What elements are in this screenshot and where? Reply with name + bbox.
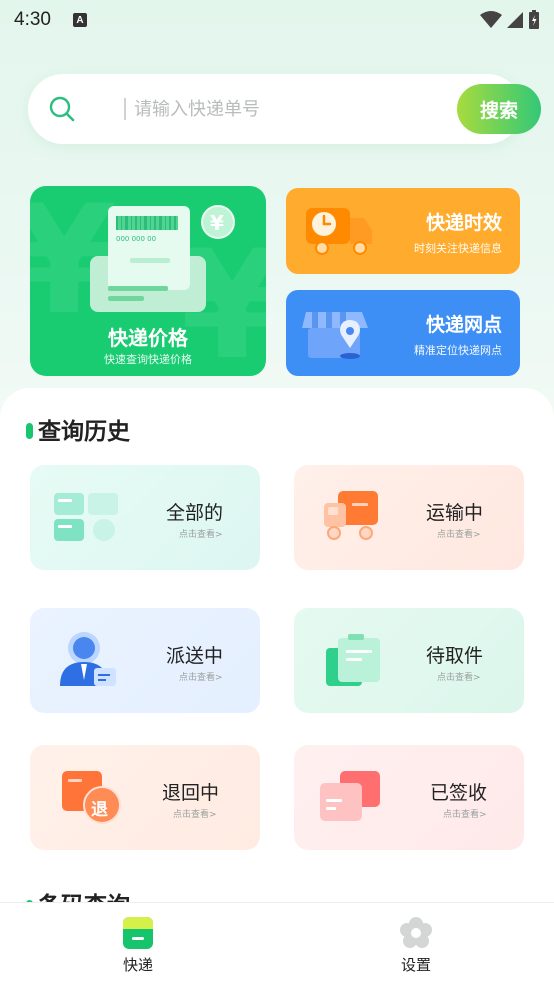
history-in-transit-card[interactable]: 运输中 点击查看> [294,465,524,570]
history-awaiting-pickup-label: 待取件 [426,645,484,667]
express-price-subtitle: 快速查询快递价格 [104,353,192,366]
express-timing-card[interactable]: 快递时效 时刻关注快递信息 [286,188,520,274]
history-all-label: 全部的 [166,502,224,524]
search-cursor [124,98,126,120]
query-history-title: 查询历史 [38,419,130,445]
documents-icon [320,771,380,821]
tab-express-label: 快递 [122,956,153,974]
truck-icon [324,491,378,540]
courier-icon [60,632,116,686]
express-network-card[interactable]: 快递网点 精准定位快递网点 [286,290,520,376]
history-signed-card[interactable]: 已签收 点击查看> [294,745,524,850]
search-button[interactable]: 搜索 [457,84,541,134]
history-all-hint: 点击查看> [179,530,223,540]
tab-settings[interactable]: 设置 [346,903,486,984]
history-returning-hint: 点击查看> [173,810,217,820]
delivery-truck-icon [306,208,372,255]
status-bar: 4:30 A [0,0,554,40]
express-timing-title: 快递时效 [425,212,502,234]
express-network-title: 快递网点 [425,314,502,336]
section-marker [26,423,33,439]
tab-settings-label: 设置 [400,956,431,974]
history-delivering-label: 派送中 [166,645,224,667]
history-awaiting-pickup-card[interactable]: 待取件 点击查看> [294,608,524,713]
grid-icon [54,493,118,541]
express-tab-icon [123,917,153,949]
battery-icon [529,10,539,29]
notification-icon: A [72,13,87,27]
status-time: 4:30 [14,9,51,30]
receipt-number: 000 000 00 [116,235,157,243]
express-network-subtitle: 精准定位快递网点 [414,344,502,357]
history-all-card[interactable]: 全部的 点击查看> [30,465,260,570]
return-badge: 退 [91,800,108,820]
wifi-icon [480,11,502,28]
history-in-transit-hint: 点击查看> [437,530,481,540]
tab-express[interactable]: 快递 [68,903,208,984]
express-price-card[interactable]: ¥ ¥ 000 000 00 ¥ 快递价格 快速查询快递价格 [30,186,266,376]
search-bar: 搜索 [28,74,541,144]
store-location-icon [302,312,368,359]
signal-icon [507,12,523,28]
express-timing-subtitle: 时刻关注快递信息 [414,242,502,255]
history-awaiting-pickup-hint: 点击查看> [437,673,481,683]
history-returning-card[interactable]: 退 退回中 点击查看> [30,745,260,850]
history-in-transit-label: 运输中 [426,502,484,524]
history-delivering-hint: 点击查看> [179,673,223,683]
status-icons [480,10,540,30]
express-price-title: 快递价格 [108,326,188,350]
history-signed-hint: 点击查看> [443,810,487,820]
search-input[interactable] [134,94,434,124]
history-returning-label: 退回中 [162,782,220,804]
query-history-panel: 查询历史 全部的 点击查看> 运输中 点击查看> 派送中 点击查看> 待取件 点… [0,388,554,919]
search-icon [49,96,75,122]
yen-icon: ¥ [210,211,224,235]
bottom-tab-bar: 快递 设置 [0,902,554,984]
settings-flower-icon [400,917,432,948]
history-signed-label: 已签收 [430,782,488,804]
history-delivering-card[interactable]: 派送中 点击查看> [30,608,260,713]
clipboard-icon [326,634,380,686]
